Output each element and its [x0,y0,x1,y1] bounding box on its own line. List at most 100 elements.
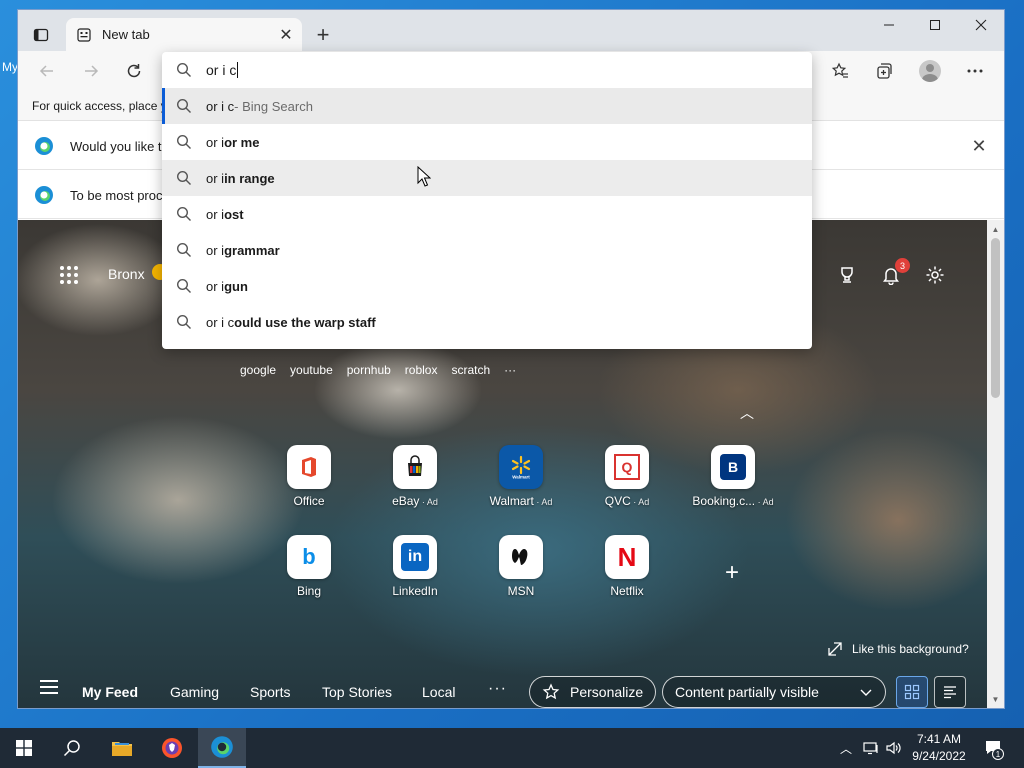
address-input[interactable]: or i c [206,62,236,78]
grid-layout-button[interactable] [896,676,928,708]
quick-search-link[interactable]: youtube [290,363,333,377]
ebay-icon [393,445,437,489]
quick-search-link[interactable]: google [240,363,276,377]
feed-tab-my-feed[interactable]: My Feed [82,684,138,700]
refresh-button[interactable] [119,56,149,86]
suggestion-item[interactable]: or i c - Bing Search [162,88,812,124]
show-hidden-icons[interactable]: ︿ [836,728,856,768]
taskbar-search-button[interactable] [48,728,96,768]
volume-icon[interactable] [884,728,904,768]
tile-netflix[interactable]: N Netflix [582,535,672,615]
favorites-star-icon [831,62,848,78]
new-tab-button[interactable]: + [310,22,336,48]
like-background-link[interactable]: Like this background? [828,642,969,656]
tile-label: Office [293,494,325,508]
scroll-down-icon[interactable]: ▼ [987,692,1004,706]
search-icon [176,206,191,221]
search-icon [176,170,191,185]
collections-button[interactable] [869,56,899,86]
taskbar-clock[interactable]: 7:41 AM 9/24/2022 [906,731,972,765]
tile-label: LinkedIn [392,584,438,598]
tab-close-icon[interactable]: ✕ [274,23,298,47]
tile-office[interactable]: Office [264,445,354,525]
plus-icon: + [724,559,739,586]
netflix-icon: N [605,535,649,579]
walmart-icon: Walmart [499,445,543,489]
close-window-button[interactable] [958,10,1004,40]
omnibox-dropdown: or i c or i c - Bing Search or i or me o… [162,52,812,349]
weather-location[interactable]: Bronx [108,266,145,282]
suggestion-item[interactable]: or i in range [162,160,812,196]
content-visibility-dropdown[interactable]: Content partially visible [662,676,886,708]
minimize-button[interactable] [866,10,912,40]
linkedin-glyph: in [401,543,429,571]
tile-label: eBay [392,494,420,508]
text-caret [237,62,239,78]
booking-glyph: B [720,454,746,480]
quick-search-link[interactable]: pornhub [347,363,391,377]
feed-bar: My Feed Gaming Sports Top Stories Local … [18,668,987,708]
app-launcher-button[interactable] [60,266,78,284]
profile-button[interactable] [915,56,945,86]
feed-more-button[interactable]: ··· [488,680,507,698]
minimize-icon [884,24,894,26]
tile-walmart[interactable]: Walmart Walmart · Ad [476,445,566,525]
feed-tab-sports[interactable]: Sports [250,684,290,700]
maximize-button[interactable] [912,10,958,40]
notifications-button[interactable]: 3 [878,258,910,288]
tile-label: QVC [604,494,631,508]
hamburger-menu-icon[interactable] [40,680,58,694]
scrollbar-thumb[interactable] [991,238,1000,398]
network-icon[interactable] [860,728,882,768]
start-button[interactable] [0,728,48,768]
feed-tab-top-stories[interactable]: Top Stories [322,684,392,700]
suggestion-item[interactable]: or i grammar [162,232,812,268]
settings-menu-button[interactable] [960,56,990,86]
quick-searches: google youtube pornhub roblox scratch ··… [240,363,516,377]
quick-search-link[interactable]: roblox [405,363,438,377]
title-bar: New tab ✕ + [18,10,1004,51]
tab-actions-button[interactable] [26,20,56,50]
feed-tab-gaming[interactable]: Gaming [170,684,219,700]
suggestion-item[interactable]: or i or me [162,124,812,160]
personalize-button[interactable]: Personalize [529,676,657,708]
suggestion-item[interactable]: or i c ould use the warp staff [162,304,812,340]
tab-new-tab[interactable]: New tab ✕ [66,18,302,51]
forward-button[interactable] [76,56,106,86]
suggestion-item[interactable]: or i gun [162,268,812,304]
taskbar-brave[interactable] [148,728,196,768]
folder-icon [112,742,132,756]
search-icon [176,314,191,329]
linkedin-icon: in [393,535,437,579]
rewards-trophy-icon [841,267,853,283]
taskbar-file-explorer[interactable] [98,728,146,768]
add-site-button[interactable]: + [717,558,747,588]
back-button[interactable] [32,56,62,86]
tile-qvc[interactable]: Q QVC · Ad [582,445,672,525]
suggestion-item[interactable]: or i ost [162,196,812,232]
collapse-chevron-icon[interactable]: ︿ [740,403,754,423]
tile-linkedin[interactable]: in LinkedIn [370,535,460,615]
tile-ebay[interactable]: eBay · Ad [370,445,460,525]
page-settings-button[interactable] [922,262,948,288]
rewards-button[interactable] [834,262,860,288]
tile-msn[interactable]: MSN [476,535,566,615]
quick-search-link[interactable]: scratch [451,363,490,377]
arrow-left-icon [39,65,53,77]
tile-booking[interactable]: B Booking.c... · Ad [688,445,778,525]
scroll-up-icon[interactable]: ▲ [987,222,1004,236]
action-center-button[interactable]: 1 [980,728,1008,768]
favorites-button[interactable] [825,56,855,86]
feed-tab-local[interactable]: Local [422,684,455,700]
address-bar[interactable]: or i c [162,52,812,88]
edge-logo-icon [211,736,233,758]
favorites-bar-hint: For quick access, place y [32,99,167,113]
page-scrollbar[interactable]: ▲ ▼ [987,220,1004,708]
tile-bing[interactable]: b Bing [264,535,354,615]
taskbar-edge[interactable] [198,728,246,768]
edge-logo-icon [35,137,53,155]
infobar-close-icon[interactable]: ✕ [968,135,990,157]
quick-search-more[interactable]: ··· [504,363,516,377]
booking-icon: B [711,445,755,489]
list-layout-button[interactable] [934,676,966,708]
